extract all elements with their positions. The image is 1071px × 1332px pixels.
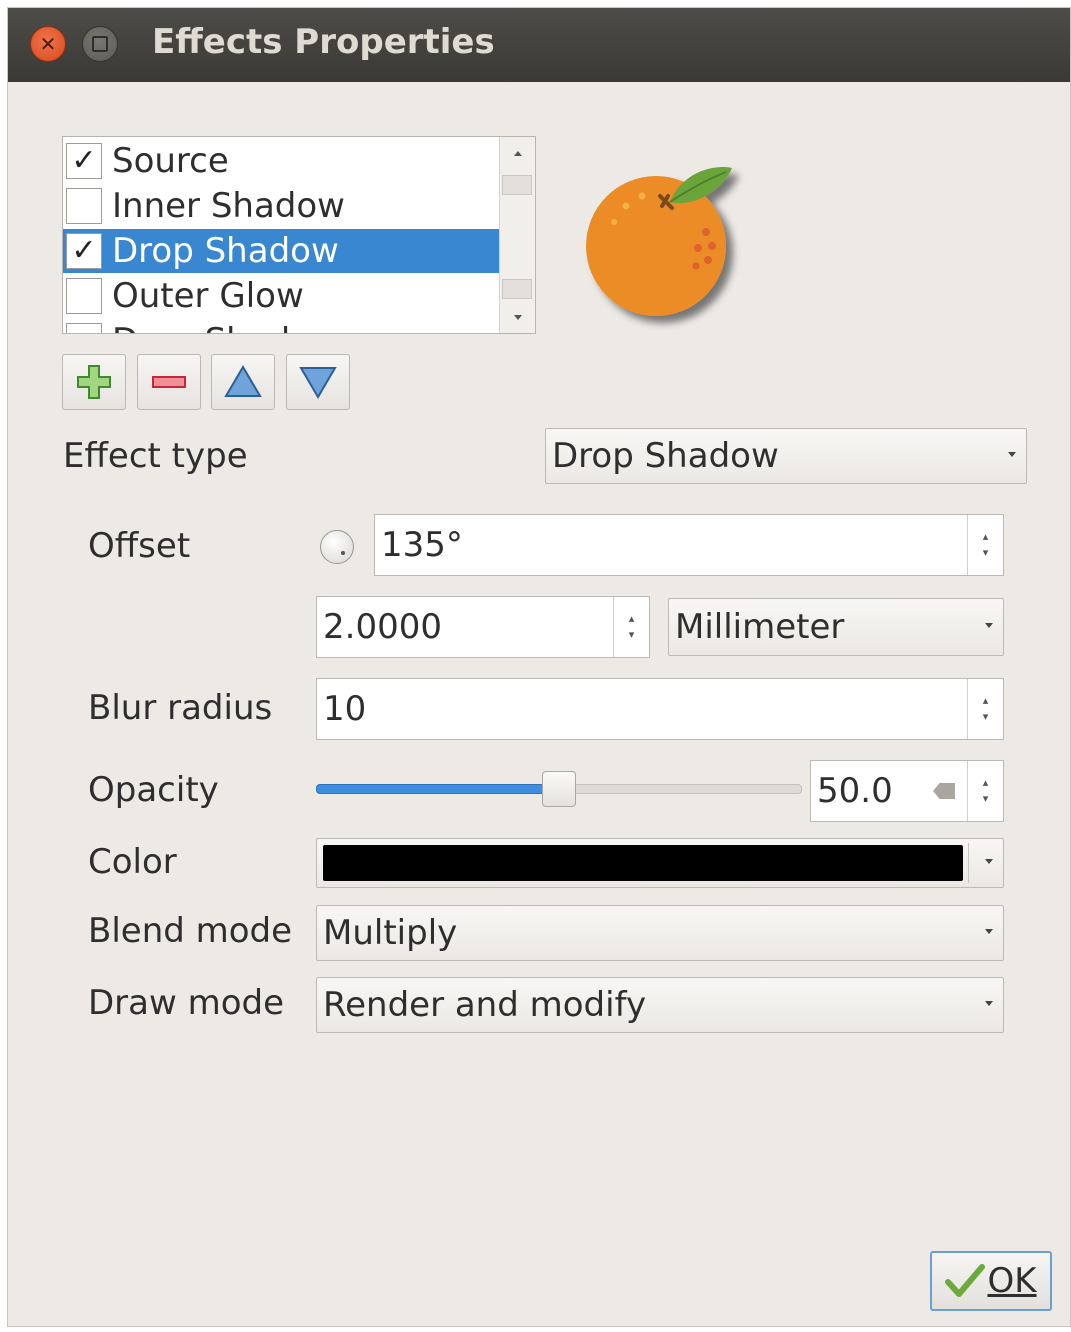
offset-unit-value: Millimeter: [675, 607, 845, 647]
spin-down-icon[interactable]: ▾: [983, 791, 989, 807]
scroll-down-icon[interactable]: [514, 315, 522, 320]
chevron-down-icon: [1008, 452, 1016, 457]
scroll-up-icon[interactable]: [514, 151, 522, 156]
offset-label: Offset: [88, 526, 191, 566]
effect-checkbox-drop-shadow[interactable]: ✓: [66, 233, 102, 269]
move-up-button[interactable]: [211, 354, 275, 410]
spin-down-icon[interactable]: ▾: [983, 709, 989, 725]
arrow-up-icon: [224, 365, 262, 397]
title-bar: ✕ Effects Properties: [8, 8, 1070, 82]
color-menu-divider: [968, 843, 969, 883]
color-label: Color: [88, 842, 177, 882]
blend-mode-select[interactable]: Multiply: [316, 905, 1004, 961]
chevron-down-icon: [985, 623, 993, 628]
offset-distance-spinbox[interactable]: 2.0000 ▴ ▾: [316, 596, 650, 658]
effect-checkbox-inner-shadow[interactable]: [66, 188, 102, 224]
blend-mode-value: Multiply: [323, 913, 458, 953]
spin-up-icon[interactable]: ▴: [983, 775, 989, 791]
effect-checkbox-drop-shadow-2[interactable]: [66, 323, 102, 333]
list-scrollbar[interactable]: [499, 137, 535, 333]
plus-icon: [77, 365, 111, 399]
opacity-spin-buttons[interactable]: ▴ ▾: [967, 761, 1003, 821]
spin-up-icon[interactable]: ▴: [629, 611, 635, 627]
minus-icon: [152, 376, 186, 388]
move-down-button[interactable]: [286, 354, 350, 410]
check-icon: [945, 1264, 986, 1297]
orange-preview-icon: [586, 167, 732, 316]
opacity-spinbox[interactable]: 50.0 ▴ ▾: [810, 760, 1004, 822]
blend-mode-label: Blend mode: [88, 911, 293, 951]
close-button[interactable]: ✕: [30, 26, 66, 62]
effects-list[interactable]: ✓ Source Inner Shadow ✓ Drop Shadow Oute…: [62, 136, 536, 334]
spin-up-icon[interactable]: ▴: [983, 529, 989, 545]
opacity-label: Opacity: [88, 770, 219, 810]
chevron-down-icon[interactable]: [985, 859, 993, 864]
effect-checkbox-source[interactable]: ✓: [66, 143, 102, 179]
remove-effect-button[interactable]: [137, 354, 201, 410]
draw-mode-value: Render and modify: [323, 985, 647, 1025]
add-effect-button[interactable]: [62, 354, 126, 410]
spin-up-icon[interactable]: ▴: [983, 693, 989, 709]
effect-item-label: Drop Shadow: [112, 231, 339, 271]
blur-radius-spinbox[interactable]: 10 ▴ ▾: [316, 678, 1004, 740]
scroll-track-lower: [502, 279, 532, 299]
opacity-slider-fill: [316, 784, 559, 794]
color-swatch: [323, 845, 963, 881]
offset-angle-value: 135°: [381, 525, 463, 565]
effect-type-label: Effect type: [63, 436, 248, 476]
chevron-down-icon: [985, 1001, 993, 1006]
ok-button-label: OK: [987, 1261, 1037, 1301]
blur-radius-value: 10: [323, 689, 367, 729]
effect-item-label: Drop Shadow: [112, 321, 339, 333]
spin-down-icon[interactable]: ▾: [983, 545, 989, 561]
arrow-down-icon: [299, 367, 337, 399]
maximize-icon: [92, 36, 108, 52]
chevron-down-icon: [985, 929, 993, 934]
offset-angle-spin-buttons[interactable]: ▴ ▾: [967, 515, 1003, 575]
blur-radius-label: Blur radius: [88, 688, 273, 728]
effects-properties-dialog: ✕ Effects Properties ✓ Source Inner Shad…: [7, 7, 1071, 1327]
offset-distance-value: 2.0000: [323, 607, 442, 647]
effect-item-label: Inner Shadow: [112, 186, 345, 226]
effect-type-select[interactable]: Drop Shadow: [545, 428, 1027, 484]
effect-item-source[interactable]: ✓ Source: [63, 139, 499, 183]
effect-item-inner-shadow[interactable]: Inner Shadow: [63, 184, 499, 228]
offset-unit-select[interactable]: Millimeter: [668, 598, 1004, 656]
opacity-slider-handle[interactable]: [542, 771, 576, 807]
effect-item-outer-glow[interactable]: Outer Glow: [63, 274, 499, 318]
effect-item-drop-shadow-2[interactable]: Drop Shadow: [63, 319, 499, 333]
angle-dial[interactable]: [320, 530, 354, 564]
offset-distance-spin-buttons[interactable]: ▴ ▾: [613, 597, 649, 657]
offset-angle-spinbox[interactable]: 135° ▴ ▾: [374, 514, 1004, 576]
draw-mode-label: Draw mode: [88, 983, 285, 1023]
effect-item-label: Source: [112, 141, 229, 181]
effect-item-label: Outer Glow: [112, 276, 304, 316]
opacity-value: 50.0: [817, 771, 893, 811]
effect-checkbox-outer-glow[interactable]: [66, 278, 102, 314]
clear-icon[interactable]: [933, 783, 955, 799]
close-icon: ✕: [39, 32, 57, 56]
window-title: Effects Properties: [152, 22, 495, 62]
maximize-button[interactable]: [82, 26, 118, 62]
effect-type-value: Drop Shadow: [552, 436, 779, 476]
angle-dial-dot: [341, 551, 345, 555]
scroll-thumb[interactable]: [502, 175, 532, 195]
effect-preview: [564, 144, 764, 334]
effect-item-drop-shadow[interactable]: ✓ Drop Shadow: [63, 229, 499, 273]
draw-mode-select[interactable]: Render and modify: [316, 977, 1004, 1033]
ok-button[interactable]: OK: [930, 1251, 1052, 1311]
blur-radius-spin-buttons[interactable]: ▴ ▾: [967, 679, 1003, 739]
opacity-slider[interactable]: [316, 771, 802, 807]
color-button[interactable]: [316, 838, 1004, 888]
spin-down-icon[interactable]: ▾: [629, 627, 635, 643]
